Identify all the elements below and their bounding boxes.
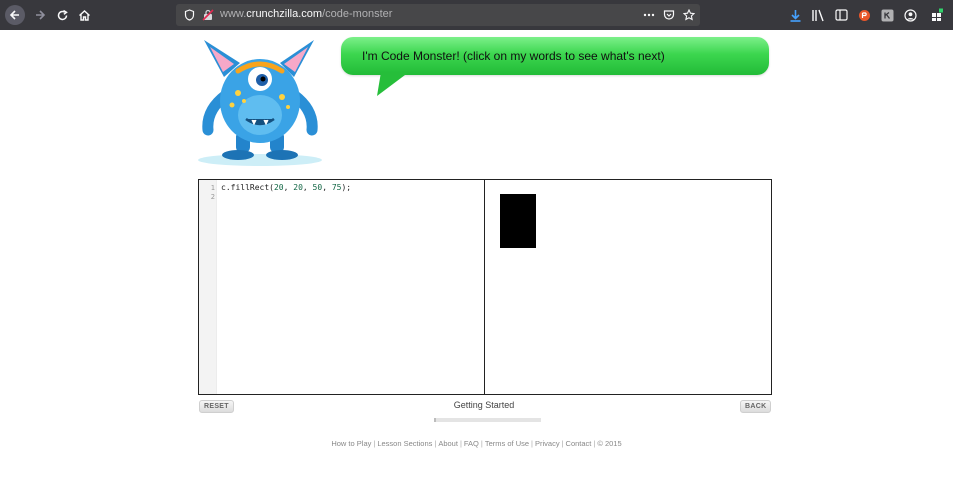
line-number: 1 [210, 184, 215, 192]
code-arg: 50 [312, 183, 323, 192]
shield-icon[interactable] [182, 8, 196, 22]
back-button[interactable] [5, 5, 25, 25]
url-path: /code-monster [322, 8, 393, 20]
forward-button[interactable] [30, 5, 50, 25]
footer-link-lesson-sections[interactable]: Lesson Sections [377, 439, 432, 448]
arrow-right-icon [36, 10, 46, 20]
footer: How to Play | Lesson Sections | About | FAQ | Te… [331, 439, 622, 448]
footer-link-contact[interactable]: Contact [566, 439, 592, 448]
workspace: 1 2 c.fillRect(20, 20, 50, 75); [198, 179, 772, 395]
reload-icon [57, 9, 68, 20]
browser-toolbar: www.crunchzilla.com/code-monster [0, 0, 953, 30]
filled-rectangle [500, 194, 537, 249]
code-monster-mascot [198, 40, 322, 166]
arrow-left-icon [9, 10, 19, 20]
url-domain: crunchzilla.com [246, 8, 323, 20]
output-canvas [486, 180, 771, 394]
sidebar-icon[interactable] [833, 7, 849, 23]
extensions-menu-icon[interactable] [930, 7, 946, 23]
line-number: 2 [210, 193, 215, 201]
lesson-progress-fill [434, 418, 437, 422]
footer-link-terms[interactable]: Terms of Use [485, 439, 529, 448]
extension-square-icon[interactable] [879, 7, 895, 23]
reload-button[interactable] [52, 5, 72, 25]
back-lesson-button[interactable]: BACK [740, 400, 772, 413]
speech-bubble-tail [377, 72, 409, 96]
code-arg: 20 [293, 183, 303, 192]
address-bar[interactable]: www.crunchzilla.com/code-monster [176, 4, 700, 26]
footer-link-how-to-play[interactable]: How to Play [331, 439, 371, 448]
footer-link-about[interactable]: About [438, 439, 458, 448]
page-actions-icon[interactable] [642, 8, 656, 22]
footer-link-privacy[interactable]: Privacy [535, 439, 560, 448]
library-icon[interactable] [810, 7, 826, 23]
code-editor[interactable]: 1 2 c.fillRect(20, 20, 50, 75); [199, 180, 485, 394]
reset-button[interactable]: RESET [199, 400, 234, 413]
account-icon[interactable] [902, 7, 918, 23]
download-icon[interactable] [787, 7, 803, 23]
lesson-title: Getting Started [453, 400, 515, 410]
code-end: ); [341, 183, 352, 192]
pocket-icon[interactable] [662, 8, 676, 22]
copyright: © 2015 [597, 439, 622, 448]
url-text[interactable]: www.crunchzilla.com/code-monster [220, 8, 392, 20]
speech-text[interactable]: I'm Code Monster! (click on my words to … [362, 49, 665, 63]
lesson-progress-bar [434, 418, 541, 422]
url-prefix: www. [220, 8, 247, 20]
footer-link-faq[interactable]: FAQ [464, 439, 479, 448]
line-gutter: 1 2 [199, 180, 217, 394]
code-call: c.fillRect( [221, 183, 274, 192]
home-icon [78, 9, 90, 21]
bookmark-star-icon[interactable] [682, 8, 696, 22]
insecure-lock-icon[interactable] [201, 8, 215, 22]
code-arg: 20 [273, 183, 284, 192]
speech-bubble[interactable]: I'm Code Monster! (click on my words to … [341, 37, 769, 75]
code-line[interactable]: c.fillRect(20, 20, 50, 75); [221, 183, 351, 192]
extension-red-icon[interactable] [856, 7, 872, 23]
home-button[interactable] [74, 5, 94, 25]
